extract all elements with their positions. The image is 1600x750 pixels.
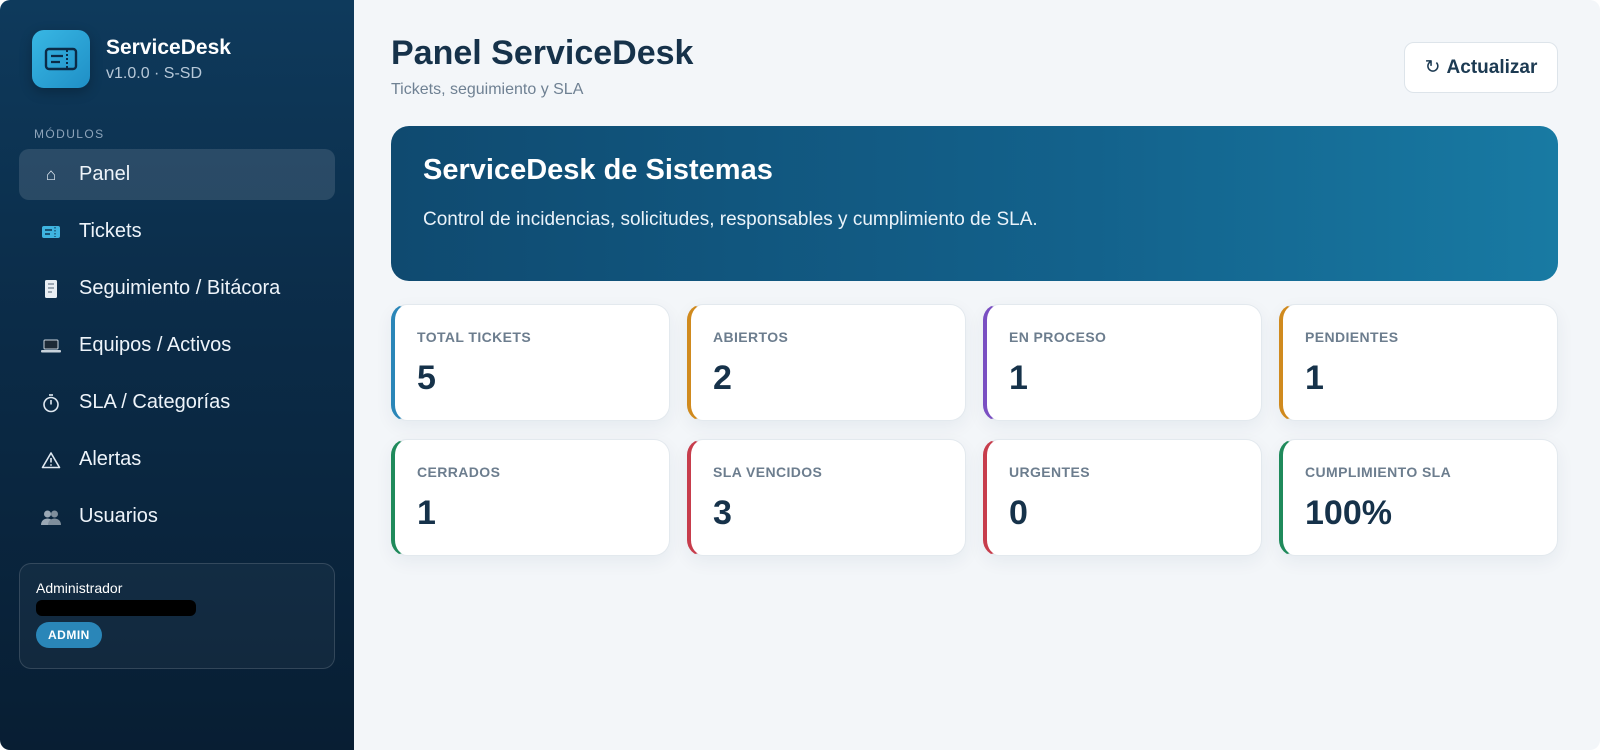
stat-label: CERRADOS bbox=[417, 464, 501, 480]
stat-value: 1 bbox=[1305, 359, 1324, 397]
user-name: Administrador bbox=[36, 580, 123, 596]
stat-value: 5 bbox=[417, 359, 436, 397]
sidebar-item-label: Tickets bbox=[79, 220, 142, 242]
stat-value: 1 bbox=[1009, 359, 1028, 397]
laptop-icon bbox=[39, 334, 63, 358]
sidebar-nav: ⌂ Panel Tickets Seguimiento / Bitácora E… bbox=[19, 149, 335, 548]
stat-card-total-tickets: TOTAL TICKETS 5 bbox=[391, 304, 670, 421]
home-icon: ⌂ bbox=[45, 164, 57, 184]
sidebar-item-label: Equipos / Activos bbox=[79, 334, 232, 356]
stat-label: CUMPLIMIENTO SLA bbox=[1305, 464, 1452, 480]
hero-description: Control de incidencias, solicitudes, res… bbox=[423, 209, 1038, 230]
sidebar: ServiceDesk v1.0.0 · S-SD MÓDULOS ⌂ Pane… bbox=[0, 0, 354, 750]
nav-section-label: MÓDULOS bbox=[34, 127, 105, 141]
log-icon bbox=[39, 277, 63, 301]
role-badge: ADMIN bbox=[36, 622, 102, 648]
sidebar-item-label: Alertas bbox=[79, 448, 142, 470]
hero-title: ServiceDesk de Sistemas bbox=[423, 154, 773, 186]
hero-banner: ServiceDesk de Sistemas Control de incid… bbox=[391, 126, 1558, 281]
refresh-label: Actualizar bbox=[1446, 56, 1538, 78]
users-icon bbox=[39, 505, 63, 529]
stat-card-cerrados: CERRADOS 1 bbox=[391, 439, 670, 556]
redacted-email bbox=[36, 600, 196, 616]
sidebar-item-label: Usuarios bbox=[79, 505, 158, 527]
stopwatch-icon bbox=[39, 391, 63, 415]
brand-version: v1.0.0 · S-SD bbox=[106, 64, 203, 82]
stat-value: 2 bbox=[713, 359, 732, 397]
refresh-icon: ↻ bbox=[1424, 57, 1441, 78]
ticket-icon bbox=[39, 220, 63, 244]
user-card: Administrador ADMIN bbox=[19, 563, 335, 669]
stat-card-sla-vencidos: SLA VENCIDOS 3 bbox=[687, 439, 966, 556]
app-window: ServiceDesk v1.0.0 · S-SD MÓDULOS ⌂ Pane… bbox=[0, 0, 1600, 750]
main-content: Panel ServiceDesk Tickets, seguimiento y… bbox=[354, 0, 1600, 750]
stat-value: 1 bbox=[417, 494, 436, 532]
page-title: Panel ServiceDesk bbox=[391, 34, 694, 72]
stat-value: 100% bbox=[1305, 494, 1392, 532]
sidebar-item-equipos[interactable]: Equipos / Activos bbox=[19, 320, 335, 371]
sidebar-item-seguimiento[interactable]: Seguimiento / Bitácora bbox=[19, 263, 335, 314]
stat-label: URGENTES bbox=[1009, 464, 1090, 480]
stat-label: PENDIENTES bbox=[1305, 329, 1399, 345]
page-subtitle: Tickets, seguimiento y SLA bbox=[391, 81, 584, 98]
sidebar-item-usuarios[interactable]: Usuarios bbox=[19, 491, 335, 542]
sidebar-item-label: SLA / Categorías bbox=[79, 391, 231, 413]
stat-value: 0 bbox=[1009, 494, 1028, 532]
stat-label: TOTAL TICKETS bbox=[417, 329, 532, 345]
stats-grid: TOTAL TICKETS 5 ABIERTOS 2 EN PROCESO 1 … bbox=[391, 304, 1558, 556]
stat-label: EN PROCESO bbox=[1009, 329, 1107, 345]
stat-card-pendientes: PENDIENTES 1 bbox=[1279, 304, 1558, 421]
brand: ServiceDesk v1.0.0 · S-SD bbox=[32, 30, 231, 88]
stat-card-cumplimiento-sla: CUMPLIMIENTO SLA 100% bbox=[1279, 439, 1558, 556]
ticket-logo-icon bbox=[32, 30, 90, 88]
stat-card-en-proceso: EN PROCESO 1 bbox=[983, 304, 1262, 421]
sidebar-item-sla[interactable]: SLA / Categorías bbox=[19, 377, 335, 428]
sidebar-item-tickets[interactable]: Tickets bbox=[19, 206, 335, 257]
refresh-button[interactable]: ↻ Actualizar bbox=[1404, 42, 1558, 93]
brand-name: ServiceDesk bbox=[106, 36, 231, 60]
warning-icon bbox=[39, 448, 63, 472]
stat-label: SLA VENCIDOS bbox=[713, 464, 823, 480]
stat-value: 3 bbox=[713, 494, 732, 532]
sidebar-item-label: Panel bbox=[79, 163, 131, 185]
stat-label: ABIERTOS bbox=[713, 329, 789, 345]
stat-card-urgentes: URGENTES 0 bbox=[983, 439, 1262, 556]
sidebar-item-label: Seguimiento / Bitácora bbox=[79, 277, 281, 299]
sidebar-item-panel[interactable]: ⌂ Panel bbox=[19, 149, 335, 200]
sidebar-item-alertas[interactable]: Alertas bbox=[19, 434, 335, 485]
stat-card-abiertos: ABIERTOS 2 bbox=[687, 304, 966, 421]
